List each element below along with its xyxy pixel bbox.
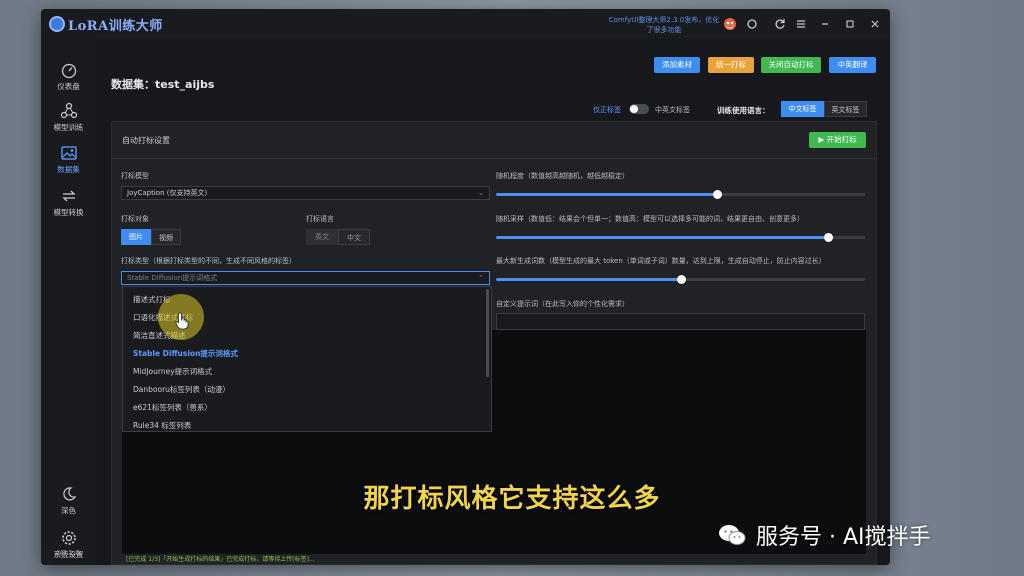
toggle-left-label: 仅正标签 bbox=[593, 106, 621, 114]
model-label: 打标模型 bbox=[121, 172, 149, 180]
sampling-label: 随机采样（数值低：结果会个但单一；数值高：模型可以选择多可能的词，结果更自由、创… bbox=[496, 215, 804, 223]
random-label: 随机程度（数值越高越随机，越低越稳定） bbox=[496, 172, 629, 180]
app-version: V3.1.0 bbox=[57, 549, 80, 557]
update-notice[interactable]: ComfyUI整理大师2.3.0发布，优化了很多功能 bbox=[608, 15, 720, 35]
dashboard-icon bbox=[61, 63, 76, 79]
tag-mode-toggle[interactable] bbox=[629, 104, 649, 114]
status-log: [已完成 1/3]「开始生成打标的结果」已完成打标，请等待上传[标签]... bbox=[126, 556, 315, 563]
panel-title: 自动打标设置 bbox=[122, 136, 170, 145]
max-tokens-label: 最大新生成词数（模型生成的最大 token（单词或子词）数量，达到上限，生成自动… bbox=[496, 257, 826, 265]
dropdown-option[interactable]: Danbooru标签列表（动漫） bbox=[133, 384, 230, 395]
sampling-slider[interactable] bbox=[496, 233, 865, 242]
panel-divider bbox=[112, 158, 878, 159]
lang-option-chinese[interactable]: 中文标签 bbox=[781, 101, 824, 117]
watermark: 服务号 · AI搅拌手 bbox=[718, 518, 931, 552]
train-language-label: 训练使用语言： bbox=[717, 106, 770, 115]
slider-fill bbox=[496, 236, 829, 239]
dropdown-option[interactable]: e621标签列表（兽系） bbox=[133, 402, 212, 413]
sidebar-item-label: 模型转换 bbox=[53, 208, 84, 217]
slider-fill bbox=[496, 193, 718, 196]
lang-option-english[interactable]: 英文标签 bbox=[824, 101, 867, 117]
watermark-text: 服务号 · AI搅拌手 bbox=[756, 525, 931, 550]
chevron-up-icon: ⌃ bbox=[478, 274, 484, 282]
slider-knob[interactable] bbox=[676, 275, 686, 284]
tag-type-value: Stable Diffusion提示词格式 bbox=[127, 274, 218, 282]
wechat-icon bbox=[719, 525, 746, 545]
add-material-button[interactable]: 添加素材 bbox=[654, 57, 700, 73]
menu-icon[interactable] bbox=[793, 16, 809, 32]
model-value: JoyCaption (仅支持英文) bbox=[127, 189, 208, 197]
sidebar-item-label: 数据集 bbox=[57, 165, 80, 174]
mascot-icon[interactable] bbox=[722, 16, 738, 32]
hand-cursor-icon bbox=[175, 312, 189, 330]
minimize-icon[interactable] bbox=[817, 16, 833, 32]
random-slider[interactable] bbox=[496, 190, 865, 199]
unify-tag-button[interactable]: 统一打标 bbox=[708, 57, 754, 73]
dropdown-option[interactable]: MidJourney提示词格式 bbox=[133, 366, 212, 377]
sidebar-item-dashboard[interactable]: 仪表盘 bbox=[41, 61, 96, 92]
sidebar-item-dataset[interactable]: 数据集 bbox=[41, 144, 96, 175]
sidebar-item-label: 仪表盘 bbox=[57, 82, 80, 91]
tag-type-select[interactable]: Stable Diffusion提示词格式 ⌃ bbox=[121, 271, 490, 285]
video-subtitle: 那打标风格它支持这么多 bbox=[363, 484, 661, 514]
dropdown-scrollbar[interactable] bbox=[486, 289, 489, 377]
tag-type-label: 打标类型（根据打标类型的不同，生成不同风格的标签） bbox=[121, 257, 296, 265]
dropdown-option[interactable]: Rule34 标签列表 bbox=[133, 420, 191, 431]
target-option-image[interactable]: 图片 bbox=[121, 229, 151, 245]
close-icon[interactable] bbox=[867, 16, 883, 32]
tag-language-label: 打标语言 bbox=[306, 215, 334, 223]
slider-fill bbox=[496, 278, 681, 281]
sidebar-item-label: 模型训练 bbox=[53, 123, 84, 132]
translate-button[interactable]: 中英翻译 bbox=[829, 57, 876, 73]
nodes-icon bbox=[60, 102, 77, 119]
tag-lang-option-english[interactable]: 英文 bbox=[306, 229, 338, 245]
max-tokens-slider[interactable] bbox=[496, 275, 865, 284]
convert-icon bbox=[61, 190, 76, 202]
app-logo: LoRA训练大师 bbox=[49, 14, 163, 34]
clear-icon[interactable] bbox=[744, 16, 760, 32]
custom-prompt-label: 自定义提示词（在此写入你的个性化需求） bbox=[496, 300, 629, 308]
maximize-icon[interactable] bbox=[842, 16, 858, 32]
start-tag-button[interactable]: ▶ 开始打标 bbox=[809, 132, 866, 148]
refresh-icon[interactable] bbox=[772, 16, 788, 32]
sidebar-item-model-convert[interactable]: 模型转换 bbox=[41, 187, 96, 218]
logo-text: LoRA训练大师 bbox=[68, 18, 163, 34]
chevron-down-icon: ⌄ bbox=[478, 189, 484, 197]
dropdown-option-selected[interactable]: Stable Diffusion提示词格式 bbox=[133, 348, 238, 359]
image-icon bbox=[60, 146, 77, 160]
close-auto-tag-button[interactable]: 关闭自动打标 bbox=[761, 57, 821, 73]
model-select[interactable]: JoyCaption (仅支持英文) ⌄ bbox=[121, 186, 490, 200]
target-option-video[interactable]: 视频 bbox=[151, 229, 181, 245]
dataset-title: 数据集：test_aijbs bbox=[111, 78, 215, 91]
sidebar-item-model-training[interactable]: 模型训练 bbox=[41, 102, 96, 133]
custom-prompt-input[interactable] bbox=[496, 313, 865, 330]
gear-icon bbox=[61, 531, 76, 545]
target-label: 打标对象 bbox=[121, 215, 149, 223]
logo-icon bbox=[49, 16, 65, 32]
tag-lang-option-chinese[interactable]: 中文 bbox=[338, 229, 370, 245]
toggle-right-label: 中英文标签 bbox=[655, 106, 690, 114]
title-bar: LoRA训练大师 ComfyUI整理大师2.3.0发布，优化了很多功能 bbox=[41, 9, 890, 39]
